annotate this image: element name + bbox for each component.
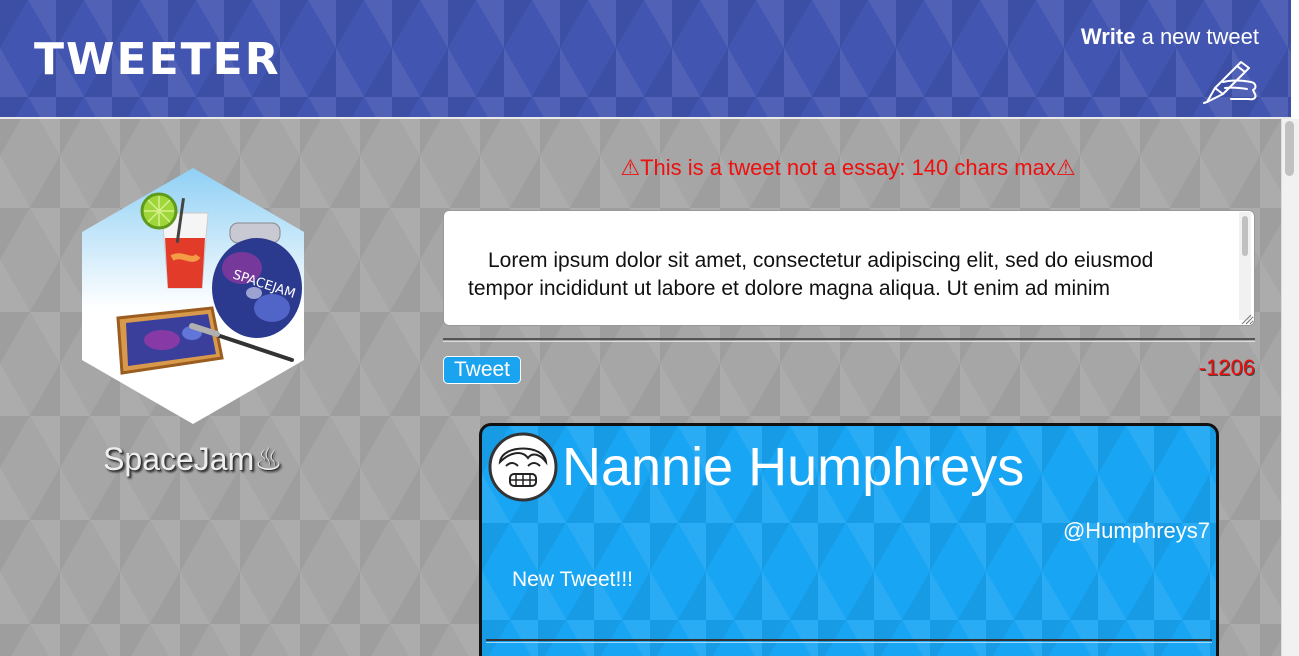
write-new-tweet-toggle[interactable]: Write a new tweet bbox=[1081, 24, 1259, 104]
textarea-scrollbar-track[interactable] bbox=[1239, 212, 1251, 320]
tweet-submit-button[interactable]: Tweet bbox=[443, 356, 521, 384]
page-scrollbar[interactable] bbox=[1281, 119, 1299, 656]
write-label-rest: a new tweet bbox=[1135, 24, 1259, 49]
profile-panel: SPACEJAM SpaceJam♨ bbox=[82, 168, 304, 478]
textarea-scrollbar[interactable] bbox=[1239, 212, 1251, 320]
tweet-text-input[interactable]: Lorem ipsum dolor sit amet, consectetur … bbox=[443, 210, 1255, 326]
write-label-bold: Write bbox=[1080, 24, 1136, 49]
face-avatar-icon bbox=[488, 432, 558, 502]
space-jam-image: SPACEJAM bbox=[116, 192, 302, 375]
site-header: TWEETER Write a new tweet bbox=[0, 0, 1291, 119]
tweet-body-text: New Tweet!!! bbox=[512, 568, 633, 591]
tweet-author-name: Nannie Humphreys bbox=[562, 437, 1025, 497]
header-edge bbox=[1291, 0, 1299, 119]
tweet-divider bbox=[486, 639, 1212, 643]
composer-divider bbox=[443, 338, 1255, 342]
tweet-author-handle: @Humphreys7 bbox=[1062, 518, 1210, 543]
char-limit-warning: ⚠This is a tweet not a essay: 140 chars … bbox=[620, 155, 1076, 180]
site-logo[interactable]: TWEETER bbox=[34, 38, 281, 82]
tweet-card: Nannie Humphreys @Humphreys7 New Tweet!!… bbox=[479, 423, 1219, 656]
profile-avatar: SPACEJAM bbox=[82, 168, 304, 424]
write-new-tweet-label: Write a new tweet bbox=[1081, 24, 1259, 50]
profile-display-name: SpaceJam♨ bbox=[103, 441, 283, 477]
page-scrollbar-thumb[interactable] bbox=[1285, 121, 1294, 176]
char-counter: -1206 bbox=[1198, 355, 1255, 380]
resize-grip-icon[interactable] bbox=[1240, 313, 1252, 325]
pen-hand-icon[interactable] bbox=[1201, 58, 1259, 104]
